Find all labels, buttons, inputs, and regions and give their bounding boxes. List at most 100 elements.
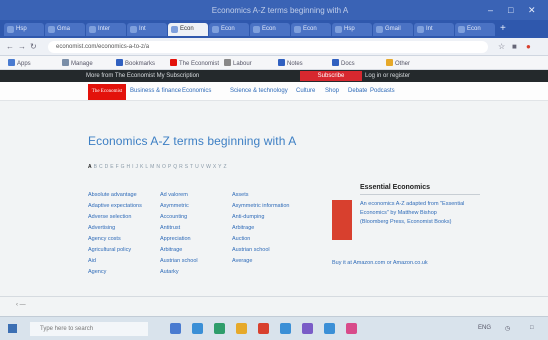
- bookmark-label: The Economist: [179, 61, 220, 67]
- browser-tab[interactable]: Econ: [250, 23, 290, 36]
- extensions-icon[interactable]: ■: [512, 42, 517, 51]
- term-link[interactable]: Asymmetric information: [232, 201, 289, 212]
- browser-tab[interactable]: Econ: [291, 23, 331, 36]
- forward-icon[interactable]: →: [18, 42, 26, 51]
- nav-link[interactable]: Podcasts: [370, 88, 395, 94]
- bookmark-favicon-icon: [170, 59, 177, 66]
- term-link[interactable]: Autarky: [160, 267, 198, 278]
- term-link[interactable]: Agency: [88, 267, 142, 278]
- nav-link[interactable]: Business & finance: [130, 88, 181, 94]
- browser-tab[interactable]: Hsp: [4, 23, 44, 36]
- taskbar-app-icon[interactable]: [214, 323, 225, 334]
- term-link[interactable]: Austrian school: [160, 256, 198, 267]
- tab-label: Int: [139, 26, 146, 32]
- term-link[interactable]: Accounting: [160, 212, 198, 223]
- notification-icon[interactable]: □: [530, 325, 534, 331]
- book-description[interactable]: An economics A-Z adapted from "Essential…: [360, 200, 465, 227]
- buy-link[interactable]: Buy it at Amazon.com or Amazon.co.uk: [332, 260, 428, 266]
- term-link[interactable]: Adverse selection: [88, 212, 142, 223]
- term-link[interactable]: Agency costs: [88, 234, 142, 245]
- taskbar-app-icon[interactable]: [192, 323, 203, 334]
- maximize-icon[interactable]: □: [508, 5, 513, 15]
- term-link[interactable]: Antitrust: [160, 223, 198, 234]
- term-link[interactable]: Average: [232, 256, 289, 267]
- browser-tab[interactable]: Econ: [168, 23, 208, 36]
- bookmark-item[interactable]: Apps: [8, 59, 31, 67]
- term-link[interactable]: Ad valorem: [160, 190, 198, 201]
- term-link[interactable]: Absolute advantage: [88, 190, 142, 201]
- taskbar-search[interactable]: Type here to search: [30, 322, 148, 336]
- browser-tab[interactable]: Int: [414, 23, 454, 36]
- alphabet-letter[interactable]: W: [206, 164, 213, 170]
- tab-favicon-icon: [458, 26, 465, 33]
- taskbar-app-icon[interactable]: [170, 323, 181, 334]
- term-link[interactable]: Arbitrage: [160, 245, 198, 256]
- economist-logo[interactable]: The Economist: [88, 84, 126, 100]
- term-link[interactable]: Arbitrage: [232, 223, 289, 234]
- browser-tab[interactable]: Inter: [86, 23, 126, 36]
- taskbar-app-icon[interactable]: [258, 323, 269, 334]
- browser-tab[interactable]: Int: [127, 23, 167, 36]
- new-tab-icon[interactable]: +: [500, 23, 506, 34]
- term-link[interactable]: Appreciation: [160, 234, 198, 245]
- tab-label: Int: [426, 26, 433, 32]
- url-field[interactable]: economist.com/economics-a-to-z/a: [48, 41, 488, 53]
- star-icon[interactable]: ☆: [498, 42, 505, 51]
- bookmark-item[interactable]: Docs: [332, 59, 355, 67]
- nav-link[interactable]: Science & technology: [230, 88, 288, 94]
- taskbar-app-icon[interactable]: [324, 323, 335, 334]
- bookmark-label: Manage: [71, 61, 93, 67]
- taskbar-app-icon[interactable]: [280, 323, 291, 334]
- browser-tab[interactable]: Econ: [455, 23, 495, 36]
- term-link[interactable]: Aid: [88, 256, 142, 267]
- tab-favicon-icon: [417, 26, 424, 33]
- bookmark-item[interactable]: Labour: [224, 59, 252, 67]
- taskbar-app-icon[interactable]: [236, 323, 247, 334]
- tab-label: Hsp: [344, 26, 355, 32]
- term-link[interactable]: Agricultural policy: [88, 245, 142, 256]
- taskbar-app-icon[interactable]: [302, 323, 313, 334]
- taskbar-app-icon[interactable]: [346, 323, 357, 334]
- term-link[interactable]: Auction: [232, 234, 289, 245]
- back-icon[interactable]: ←: [6, 42, 14, 51]
- tray-language[interactable]: ENG: [478, 325, 491, 331]
- page-title: Economics A-Z terms beginning with A: [88, 134, 297, 148]
- bookmark-item[interactable]: Notes: [278, 59, 303, 67]
- bookmark-label: Notes: [287, 61, 303, 67]
- nav-link[interactable]: Economics: [182, 88, 211, 94]
- clock-icon[interactable]: ◷: [505, 325, 510, 332]
- bookmark-item[interactable]: Bookmarks: [116, 59, 155, 67]
- profile-icon[interactable]: ●: [526, 42, 531, 51]
- more-from-link[interactable]: More from The Economist My Subscription: [86, 73, 199, 79]
- alphabet-letter[interactable]: Z: [224, 164, 229, 170]
- nav-link[interactable]: Debate: [348, 88, 367, 94]
- bookmark-item[interactable]: Manage: [62, 59, 93, 67]
- term-link[interactable]: Advertising: [88, 223, 142, 234]
- tab-favicon-icon: [89, 26, 96, 33]
- tab-label: Econ: [180, 26, 194, 32]
- term-link[interactable]: Assets: [232, 190, 289, 201]
- browser-title-bar: Economics A-Z terms beginning with A – □…: [0, 0, 548, 20]
- term-link[interactable]: Austrian school: [232, 245, 289, 256]
- browser-tab[interactable]: Hsp: [332, 23, 372, 36]
- login-link[interactable]: Log in or register: [365, 73, 410, 79]
- sidebar-divider: [360, 194, 480, 195]
- reload-icon[interactable]: ↻: [30, 42, 37, 51]
- windows-start-icon[interactable]: [8, 324, 17, 333]
- bookmark-item[interactable]: Other: [386, 59, 410, 67]
- bookmark-item[interactable]: The Economist: [170, 59, 219, 67]
- subscribe-button[interactable]: Subscribe: [300, 71, 362, 81]
- book-cover[interactable]: [332, 200, 352, 240]
- browser-tab[interactable]: Econ: [209, 23, 249, 36]
- term-link[interactable]: Asymmetric: [160, 201, 198, 212]
- browser-tab[interactable]: Gma: [45, 23, 85, 36]
- tab-favicon-icon: [376, 26, 383, 33]
- close-icon[interactable]: ✕: [528, 5, 536, 16]
- term-link[interactable]: Anti-dumping: [232, 212, 289, 223]
- nav-link[interactable]: Shop: [325, 88, 339, 94]
- bookmark-label: Docs: [341, 61, 355, 67]
- minimize-icon[interactable]: –: [488, 5, 493, 15]
- nav-link[interactable]: Culture: [296, 88, 315, 94]
- term-link[interactable]: Adaptive expectations: [88, 201, 142, 212]
- browser-tab[interactable]: Gmail: [373, 23, 413, 36]
